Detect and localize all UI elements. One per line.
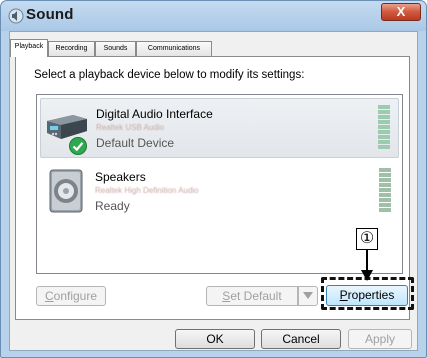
device-item-speakers[interactable]: Speakers Realtek High Definition Audio R… bbox=[40, 162, 399, 222]
device-driver-name: Realtek High Definition Audio bbox=[95, 186, 199, 195]
device-status: Ready bbox=[95, 199, 130, 213]
device-item-digital-audio-interface[interactable]: Digital Audio Interface Realtek USB Audi… bbox=[40, 98, 399, 158]
window-title: Sound bbox=[26, 6, 74, 23]
apply-button[interactable]: Apply bbox=[348, 329, 412, 349]
device-status: Default Device bbox=[96, 136, 175, 150]
callout-number: ① bbox=[356, 228, 378, 250]
set-default-dropdown-button[interactable] bbox=[298, 286, 318, 306]
device-name: Speakers bbox=[95, 170, 146, 184]
checkmark-icon bbox=[69, 137, 87, 155]
volume-level-meter bbox=[379, 168, 391, 216]
tab-communications[interactable]: Communications bbox=[136, 41, 212, 56]
device-driver-name: Realtek USB Audio bbox=[96, 123, 165, 132]
tab-sounds[interactable]: Sounds bbox=[95, 41, 136, 56]
callout-arrow-icon bbox=[361, 250, 373, 281]
instruction-text: Select a playback device below to modify… bbox=[34, 69, 305, 81]
cancel-button[interactable]: Cancel bbox=[261, 329, 341, 349]
tab-recording[interactable]: Recording bbox=[48, 41, 95, 56]
title-bar[interactable]: Sound X bbox=[1, 1, 426, 31]
set-default-button[interactable]: Set Default bbox=[206, 286, 298, 306]
tab-playback[interactable]: Playback bbox=[10, 39, 48, 57]
chevron-down-icon bbox=[303, 292, 313, 299]
speaker-icon bbox=[49, 169, 83, 213]
device-name: Digital Audio Interface bbox=[96, 107, 213, 121]
close-button[interactable]: X bbox=[381, 3, 421, 21]
volume-level-meter bbox=[378, 105, 390, 153]
speaker-title-icon bbox=[8, 8, 24, 24]
ok-button[interactable]: OK bbox=[175, 329, 255, 349]
configure-button[interactable]: Configure bbox=[36, 286, 106, 306]
